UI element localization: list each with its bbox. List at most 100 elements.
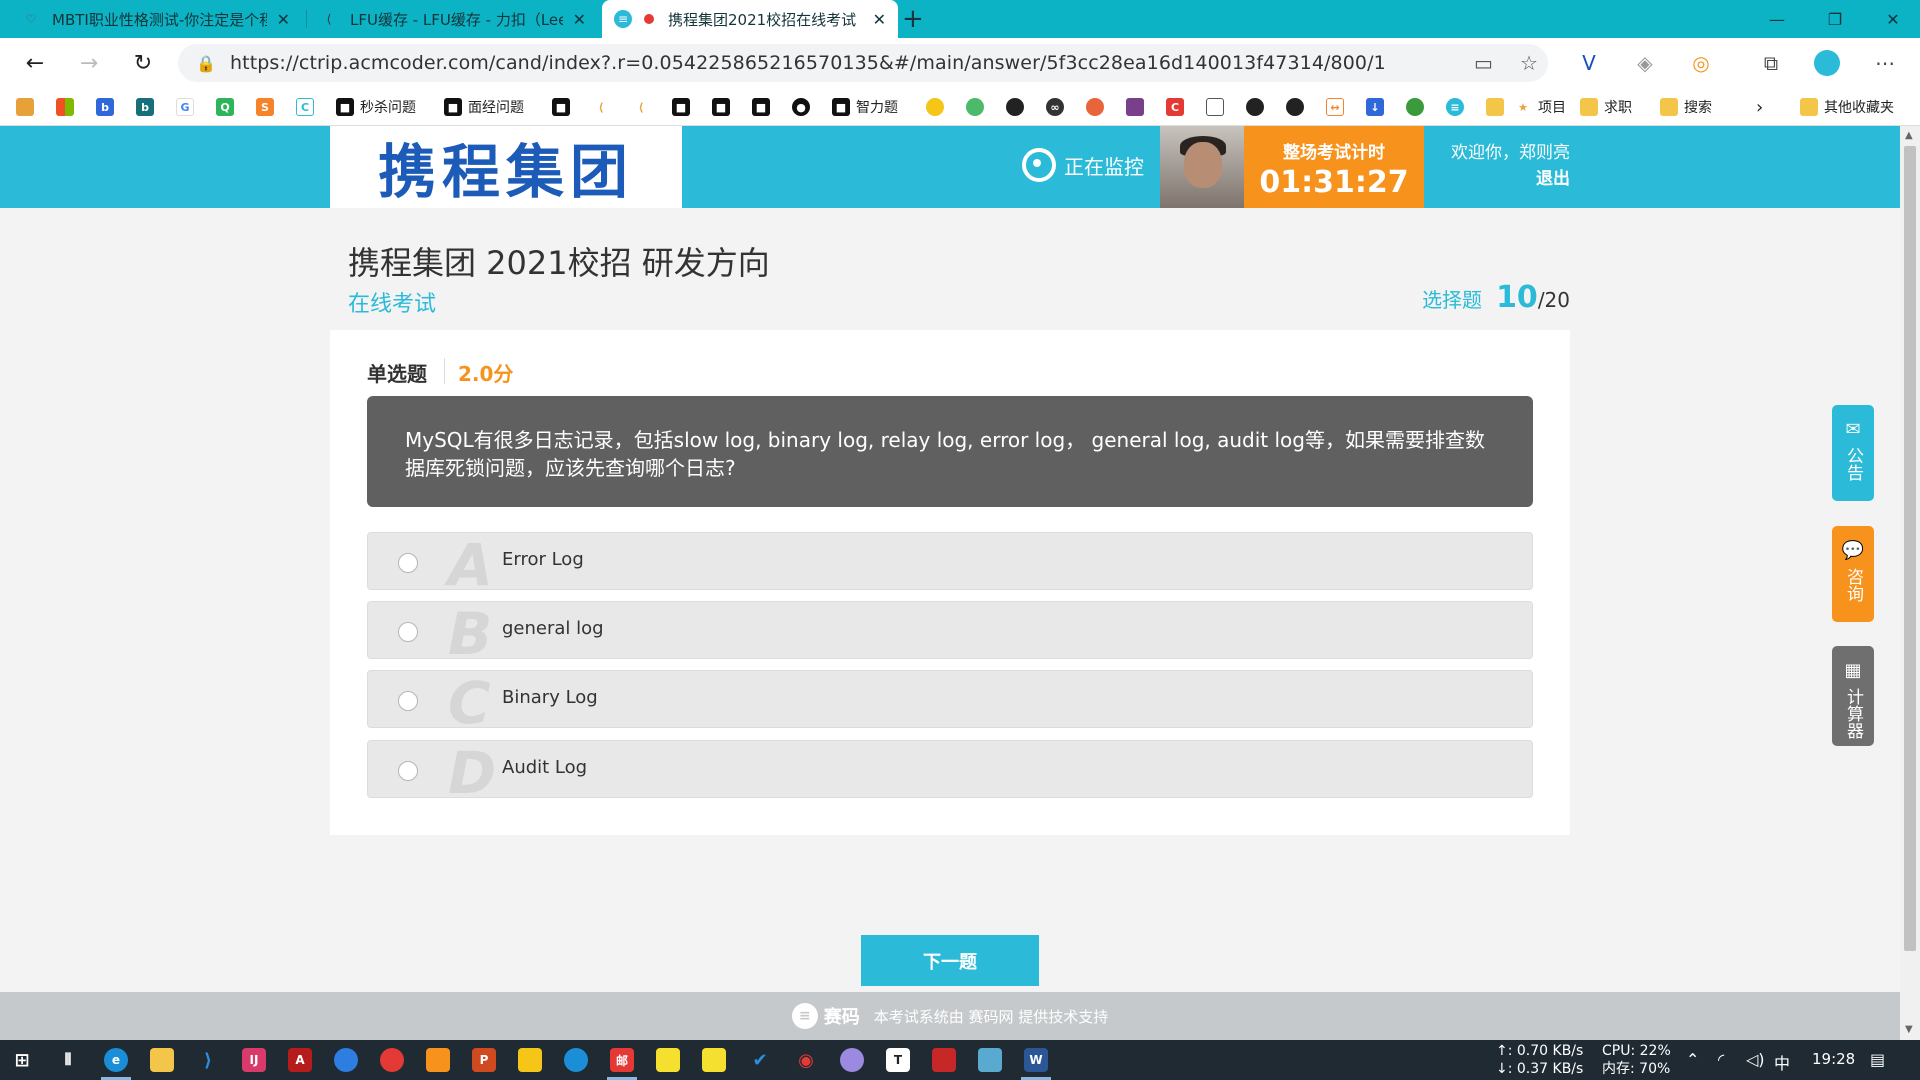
bookmark-mianjing[interactable]: ■ 面经问题 [444,96,524,118]
volume-icon[interactable]: ◁) [1746,1050,1765,1069]
bookmark-icon[interactable]: ■ [752,96,776,118]
bookmark-icon[interactable] [1406,96,1430,118]
microsoft-icon[interactable] [56,96,80,118]
bookmark-icon[interactable]: ∞ [1046,96,1070,118]
leetcode-icon[interactable]: ⟨ [632,96,656,118]
minimize-icon[interactable]: — [1748,0,1806,38]
bookmark-icon[interactable]: ■ [672,96,696,118]
collections-icon[interactable]: ⧉ [1756,48,1786,78]
shield-icon[interactable]: ◈ [1630,48,1660,78]
bookmark-icon[interactable]: C [296,96,320,118]
google-icon[interactable]: G [176,96,200,118]
app-icon[interactable] [702,1048,726,1072]
bookmark-icon[interactable]: ■ [552,96,576,118]
folder-other[interactable]: 其他收藏夹 [1800,96,1894,118]
bookmark-icon[interactable] [1086,96,1110,118]
tab-leetcode[interactable]: ⟨ LFU缓存 - LFU缓存 - 力扣（LeetCode） ✕ [308,0,598,38]
app-icon[interactable]: ◉ [794,1048,818,1072]
csdn-icon[interactable]: C [1166,96,1190,118]
saima-icon[interactable]: ≡ [1446,96,1470,118]
app-icon[interactable] [932,1048,956,1072]
tab-mbti[interactable]: ♡ MBTI职业性格测试-你注定是个程 ✕ [10,0,302,38]
next-question-button[interactable]: 下一题 [861,935,1039,986]
bookmark-icon[interactable] [926,96,950,118]
github-icon[interactable] [1006,96,1030,118]
url-field[interactable]: 🔒 https://ctrip.acmcoder.com/cand/index?… [178,44,1548,82]
chevron-up-icon[interactable]: ⌃ [1686,1050,1699,1069]
mail-app-icon[interactable]: 邮 [610,1048,634,1072]
bookmark-icon[interactable]: S [256,96,280,118]
option-b[interactable]: B general log [367,600,1533,668]
sticky-notes-icon[interactable] [656,1048,680,1072]
close-tab-icon[interactable]: ✕ [873,10,886,29]
file-explorer-icon[interactable] [150,1048,174,1072]
app-icon[interactable] [334,1048,358,1072]
clock[interactable]: 19:28 [1812,1050,1855,1068]
profile-icon[interactable] [1812,48,1842,78]
wifi-icon[interactable]: ◜ [1718,1050,1724,1069]
consult-button[interactable]: 💬 咨询 [1832,526,1874,622]
app-icon[interactable] [426,1048,450,1072]
close-tab-icon[interactable]: ✕ [277,10,290,29]
menu-icon[interactable]: ⋯ [1870,48,1900,78]
bookmark-icon[interactable] [16,96,40,118]
logout-link[interactable]: 退出 [1444,166,1570,192]
ime-indicator[interactable]: 中 [1774,1050,1790,1074]
app-icon[interactable] [978,1048,1002,1072]
option-c[interactable]: C Binary Log [367,669,1533,737]
close-tab-icon[interactable]: ✕ [573,10,586,29]
bookmark-icon[interactable]: ■ [712,96,736,118]
intellij-icon[interactable]: IJ [242,1048,266,1072]
bookmark-folder-icon[interactable] [1486,96,1510,118]
notice-button[interactable]: ✉ 公告 [1832,405,1874,501]
netease-music-icon[interactable] [380,1048,404,1072]
close-window-icon[interactable]: ✕ [1864,0,1920,38]
option-a[interactable]: A Error Log [367,531,1533,599]
refresh-icon[interactable]: ↻ [126,46,160,80]
word-icon[interactable]: W [1024,1048,1048,1072]
radio-button[interactable] [398,622,418,642]
app-icon[interactable] [564,1048,588,1072]
bookmark-icon[interactable]: Q [216,96,240,118]
vscode-icon[interactable]: ⟩ [196,1048,220,1072]
scrollbar-thumb[interactable] [1904,146,1916,951]
task-view-icon[interactable]: ⫴ [56,1048,80,1072]
github-icon[interactable] [1246,96,1270,118]
pdf-icon[interactable]: A [288,1048,312,1072]
app-icon[interactable] [518,1048,542,1072]
star-icon[interactable]: ☆ [1520,51,1538,75]
option-d[interactable]: D Audit Log [367,739,1533,807]
app-icon[interactable] [840,1048,864,1072]
page-scrollbar[interactable]: ▲ ▼ [1900,126,1920,1040]
tab-ctrip-exam[interactable]: ≡ 携程集团2021校招在线考试 ✕ [602,0,898,38]
radio-button[interactable] [398,553,418,573]
notification-icon[interactable]: ▤ [1870,1050,1885,1069]
bookmark-icon[interactable] [1126,96,1150,118]
forward-icon[interactable]: → [72,46,106,80]
bookmark-icon[interactable]: ↔ [1326,96,1350,118]
bookmark-miaosha[interactable]: ■ 秒杀问题 [336,96,416,118]
bookmark-zhili[interactable]: ■ 智力题 [832,96,898,118]
bookmark-icon[interactable]: ↓ [1366,96,1390,118]
bookmark-xiangmu[interactable]: ★ 项目 [1514,96,1566,118]
chevron-right-icon[interactable]: › [1756,96,1763,118]
baidu-icon[interactable]: b [96,96,120,118]
calculator-button[interactable]: ▦ 计算器 [1832,646,1874,746]
restore-icon[interactable]: ❐ [1806,0,1864,38]
edge-icon[interactable]: e [104,1048,128,1072]
radio-button[interactable] [398,691,418,711]
bookmark-icon[interactable]: ● [792,96,816,118]
radio-button[interactable] [398,761,418,781]
back-icon[interactable]: ← [18,46,52,80]
powerpoint-icon[interactable]: P [472,1048,496,1072]
scroll-down-icon[interactable]: ▼ [1905,1024,1913,1035]
typora-icon[interactable]: T [886,1048,910,1072]
github-icon[interactable] [1286,96,1310,118]
folder-qiuzhi[interactable]: 求职 [1580,96,1632,118]
file-icon[interactable] [1206,96,1230,118]
media-icon[interactable]: ▭ [1474,51,1493,75]
windows-start-icon[interactable]: ⊞ [10,1048,34,1072]
new-tab-icon[interactable]: + [902,4,924,34]
leetcode-icon[interactable]: ⟨ [592,96,616,118]
extension-v-icon[interactable]: V [1574,48,1604,78]
